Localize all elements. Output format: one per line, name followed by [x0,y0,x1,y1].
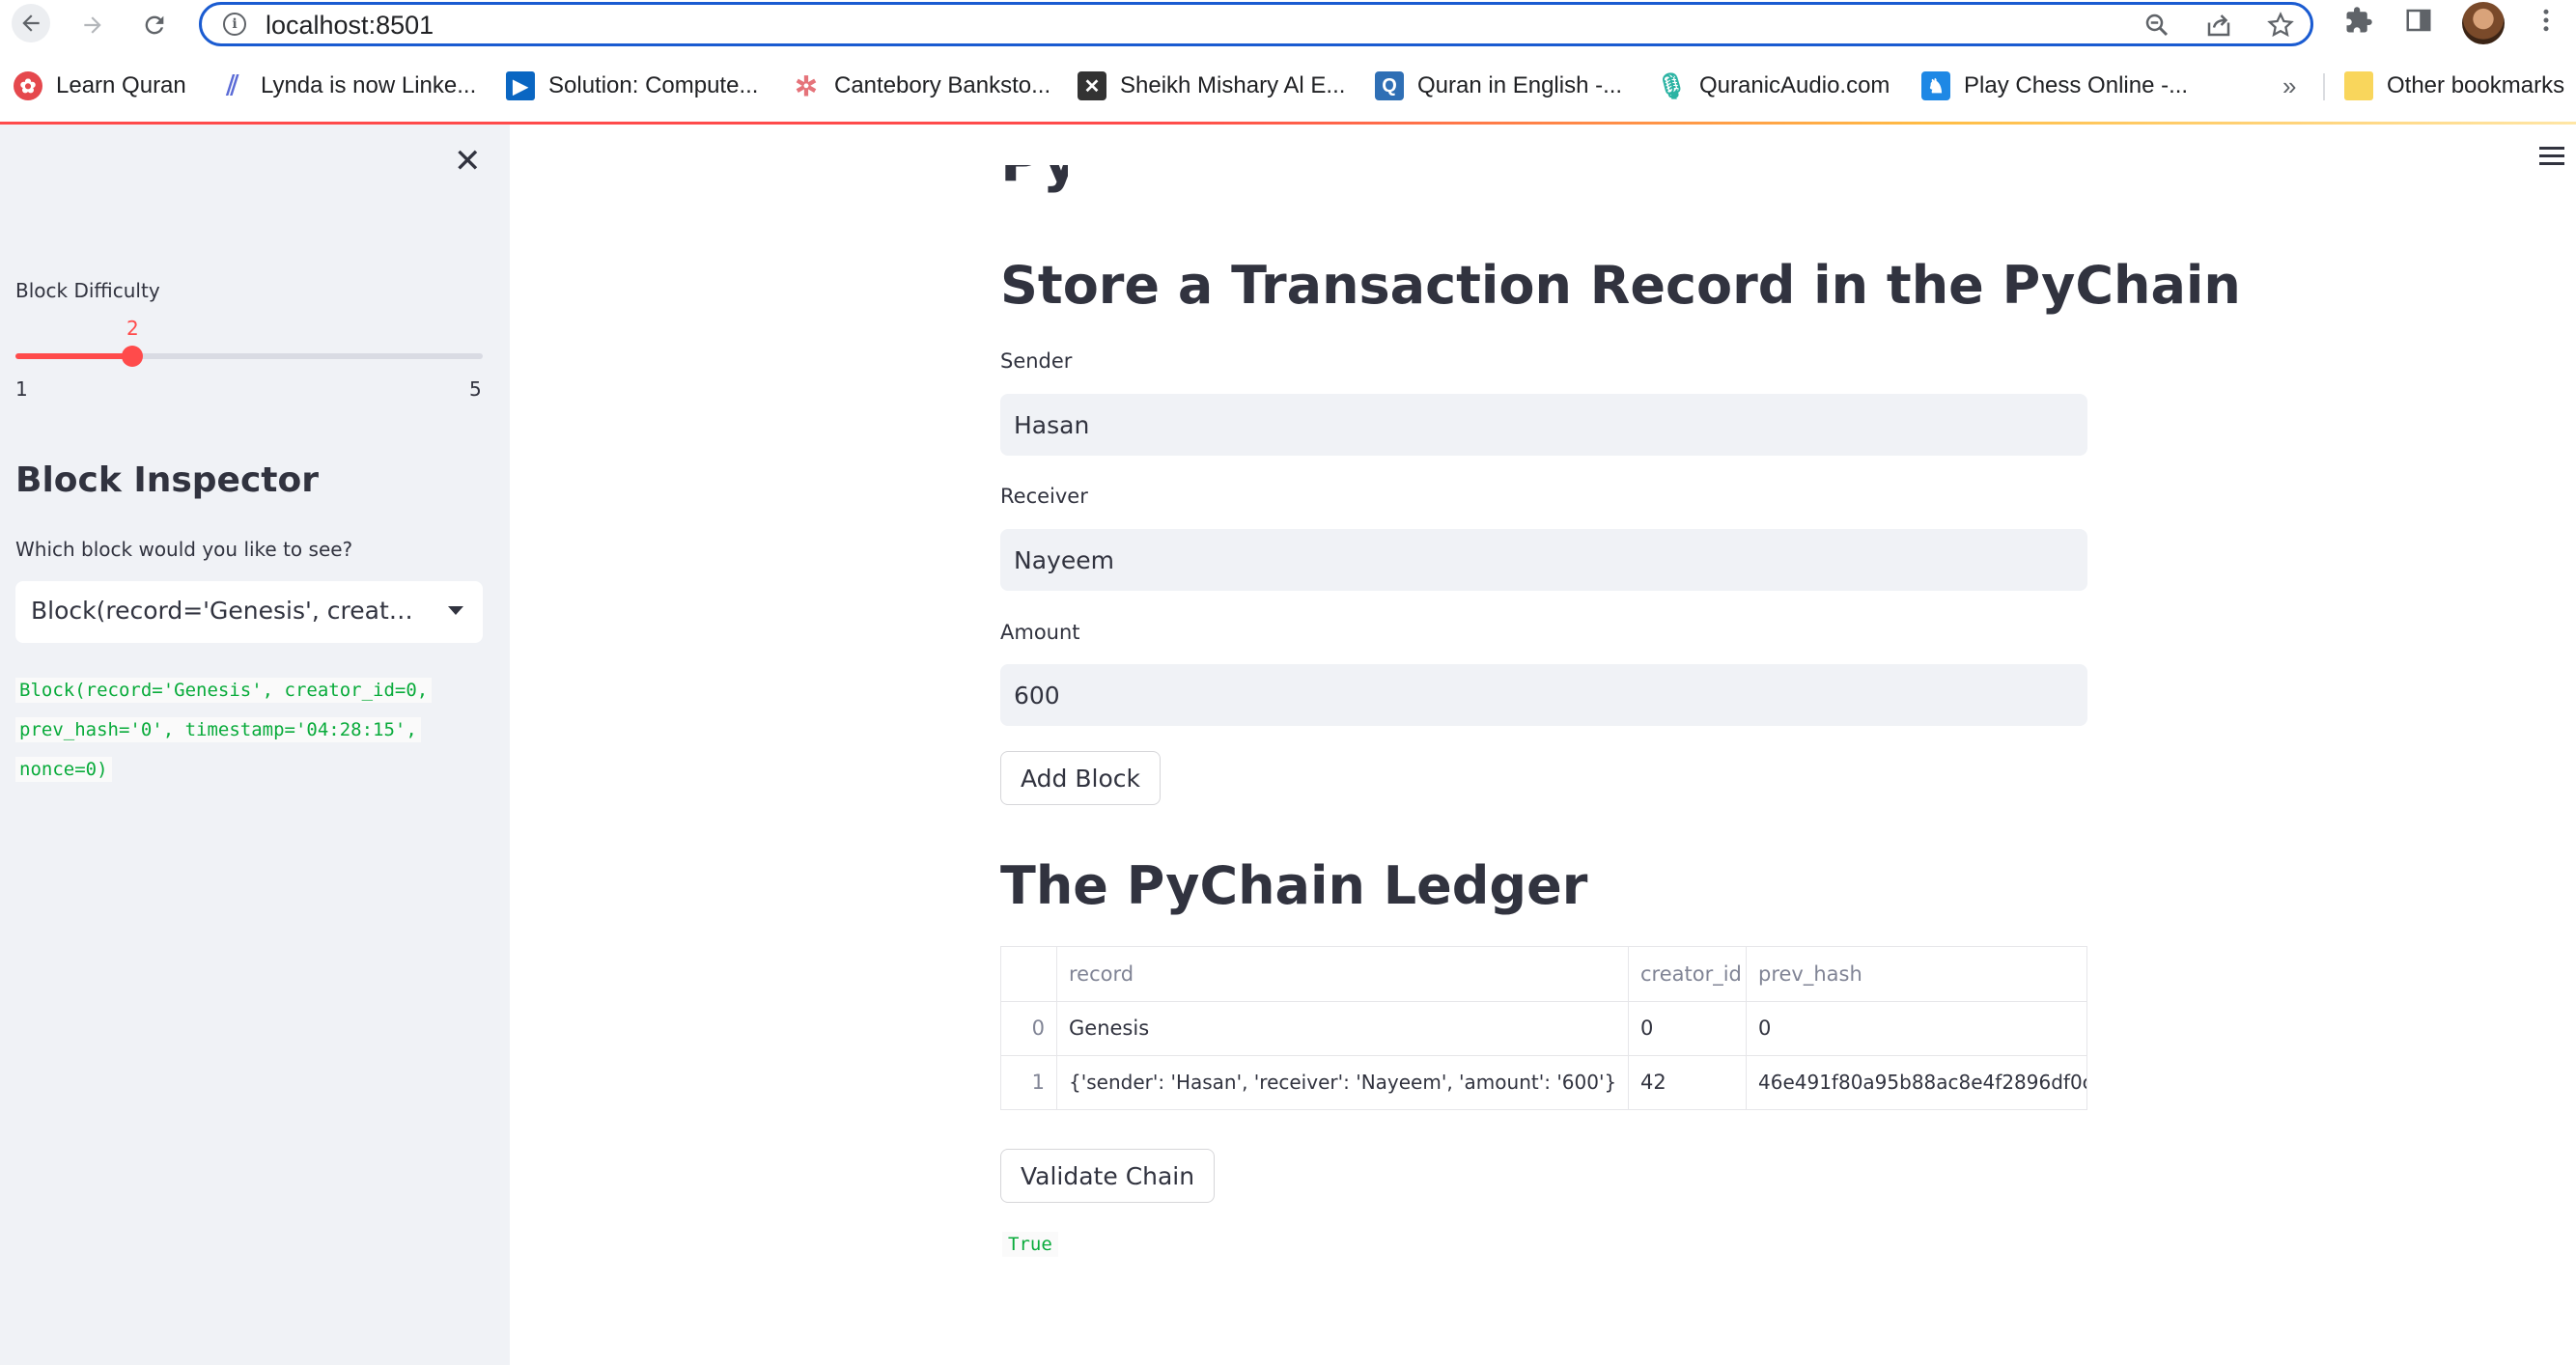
slider-max-label: 5 [469,377,482,401]
star-icon[interactable] [2266,11,2295,46]
bookmark-quran-english[interactable]: Q Quran in English -... [1375,70,1622,102]
block-question-label: Which block would you like to see? [15,538,353,561]
other-bookmarks-label: Other bookmarks [2387,72,2565,98]
slider-min-label: 1 [15,377,28,401]
bookmark-cantebory[interactable]: ✲ Cantebory Banksto... [792,70,1050,102]
more-bookmarks-button[interactable]: » [2282,70,2296,102]
sender-label: Sender [1000,349,1073,373]
table-cell[interactable]: 46e491f80a95b88ac8e4f2896df0ca02ab421 [1747,1055,2086,1109]
block-output-line: prev_hash='0', timestamp='04:28:15', [15,717,421,742]
slider-fill [15,353,132,359]
hamburger-menu-icon[interactable] [2539,147,2564,170]
chess-icon: ♞ [1921,71,1950,100]
table-row: 0 Genesis 0 0 [1001,1001,2086,1056]
sender-input[interactable]: Hasan [1000,394,2087,456]
ledger-table[interactable]: record creator_id prev_hash 0 Genesis 0 … [1000,946,2087,1110]
extensions-icon[interactable] [2344,6,2373,42]
bookmark-label: Play Chess Online -... [1964,72,2189,98]
bookmark-learn-quran[interactable]: ✿ Learn Quran [14,70,186,102]
bookmarks-bar: ✿ Learn Quran ⫽ Lynda is now Linke... ▶ … [0,62,2576,108]
bookmark-sheikh[interactable]: ✕ Sheikh Mishary Al E... [1078,70,1345,102]
block-output-line: Block(record='Genesis', creator_id=0, [15,678,433,703]
zoom-icon[interactable] [2142,11,2171,46]
bookmark-lynda[interactable]: ⫽ Lynda is now Linke... [218,70,477,102]
block-output-line: nonce=0) [15,757,112,782]
forward-button[interactable] [73,6,112,44]
validate-chain-button[interactable]: Validate Chain [1000,1149,1216,1203]
back-button[interactable] [12,4,50,42]
slider-label: Block Difficulty [15,279,160,302]
block-select[interactable]: Block(record='Genesis', creator_id=0, pr… [15,581,483,643]
bookmark-chess[interactable]: ♞ Play Chess Online -... [1921,70,2188,102]
browser-toolbar: i localhost:8501 [0,0,2576,48]
table-cell[interactable]: {'sender': 'Hasan', 'receiver': 'Nayeem'… [1057,1055,1629,1109]
table-cell[interactable]: 42 [1629,1055,1747,1109]
difficulty-slider[interactable] [15,346,483,367]
reload-icon [145,15,164,35]
learn-quran-icon: ✿ [14,71,42,100]
profile-avatar[interactable] [2462,2,2505,44]
block-select-value: Block(record='Genesis', creator_id=0, pr… [31,597,427,625]
slider-thumb[interactable] [122,346,143,367]
reload-button[interactable] [135,6,174,44]
kebab-menu-icon[interactable] [2532,6,2561,42]
row-index: 0 [1001,1001,1057,1055]
table-header-cell[interactable]: record [1057,947,1629,1001]
block-output: Block(record='Genesis', creator_id=0, pr… [15,671,433,790]
address-bar[interactable]: i localhost:8501 [199,2,2313,46]
side-panel-icon[interactable] [2404,6,2433,42]
other-bookmarks[interactable]: Other bookmarks [2344,70,2564,102]
receiver-label: Receiver [1000,485,1088,508]
page-title-partial: Py [1000,165,1068,200]
page-title-text: Py [1000,165,1068,194]
bookmark-label: Lynda is now Linke... [261,72,477,98]
table-header-cell [1001,947,1057,1001]
table-cell[interactable]: Genesis [1057,1001,1629,1055]
bookmark-label: Sheikh Mishary Al E... [1120,72,1346,98]
row-index: 1 [1001,1055,1057,1109]
arrow-right-icon [84,16,101,34]
bookmark-quranic-audio[interactable]: 🎙 QuranicAudio.com [1655,70,1890,102]
bookmark-divider [2323,73,2325,100]
table-cell[interactable]: 0 [1629,1001,1747,1055]
validation-result: True [1002,1232,1058,1257]
url-text[interactable]: localhost:8501 [266,11,434,41]
bookmark-label: QuranicAudio.com [1699,72,1890,98]
sidebar: ✕ Block Difficulty 2 1 5 Block Inspector… [0,125,510,1365]
bookmark-label: Quran in English -... [1417,72,1623,98]
table-header-cell[interactable]: creator_id [1629,947,1747,1001]
close-sidebar-icon[interactable]: ✕ [454,142,482,181]
add-block-button[interactable]: Add Block [1000,751,1161,805]
folder-icon [2344,71,2373,100]
share-icon[interactable] [2204,11,2233,46]
store-transaction-heading: Store a Transaction Record in the PyChai… [1000,255,2241,316]
play-icon: ▶ [506,71,535,100]
info-icon[interactable]: i [223,13,246,36]
bookmark-solution[interactable]: ▶ Solution: Compute... [506,70,758,102]
arrow-left-icon [22,14,40,32]
block-inspector-heading: Block Inspector [15,460,319,500]
lynda-icon: ⫽ [226,70,239,100]
chevron-down-icon[interactable] [448,606,463,615]
amount-input[interactable]: 600 [1000,664,2087,726]
receiver-input[interactable]: Nayeem [1000,529,2087,591]
table-cell[interactable]: 0 [1747,1001,2086,1055]
table-header-cell[interactable]: prev_hash [1747,947,2086,1001]
sheikh-icon: ✕ [1078,71,1106,100]
bookmark-label: Cantebory Banksto... [834,72,1051,98]
microphone-icon: 🎙 [1655,70,1688,100]
bookmark-label: Learn Quran [56,72,186,98]
table-header-row: record creator_id prev_hash [1001,947,2086,1002]
ledger-heading: The PyChain Ledger [1000,855,1588,916]
table-row: 1 {'sender': 'Hasan', 'receiver': 'Nayee… [1001,1055,2086,1109]
q-icon: Q [1375,71,1404,100]
bookmark-label: Solution: Compute... [548,72,759,98]
slider-value: 2 [126,317,139,340]
cantebory-icon: ✲ [795,70,818,101]
amount-label: Amount [1000,621,1080,644]
